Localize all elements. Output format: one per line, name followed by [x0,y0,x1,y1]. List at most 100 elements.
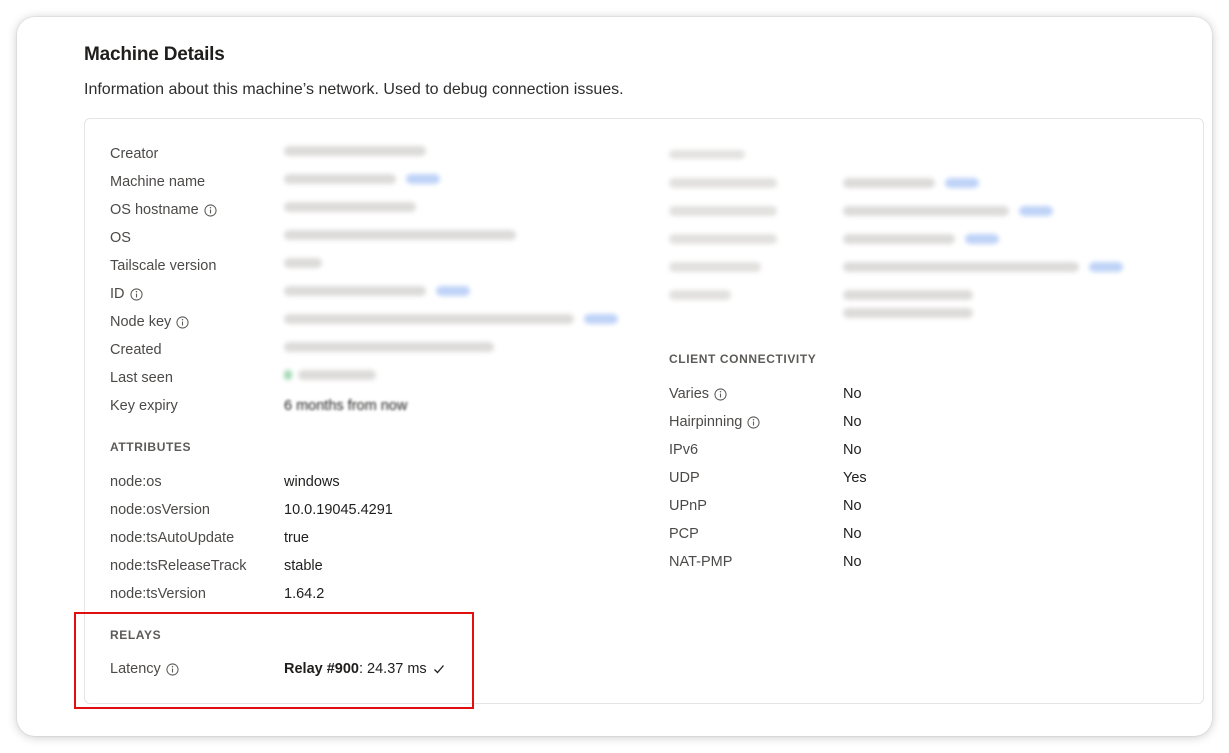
redacted-value [284,258,322,268]
attribute-label: node:os [110,474,162,490]
attribute-value: 10.0.19045.4291 [284,502,393,518]
redacted-value [284,342,494,352]
online-status-dot [284,370,292,380]
redacted-value [843,234,955,244]
redacted-value [843,206,1009,216]
client-connectivity-heading: CLIENT CONNECTIVITY [669,352,817,366]
redacted-value [843,262,1079,272]
copy-button[interactable] [945,178,979,188]
address-label [669,178,777,188]
relays-heading: RELAYS [110,628,162,642]
connectivity-value: Yes [843,470,867,486]
detail-label-wrap: ID [110,286,143,302]
redacted-value [284,174,396,184]
info-circle-icon[interactable] [176,315,189,329]
attribute-label: node:tsAutoUpdate [110,530,235,546]
id-value [284,286,470,296]
address-value [843,234,999,244]
detail-label-wrap: Node key [110,314,189,330]
connectivity-label-wrap: Varies [669,386,727,402]
info-circle-icon[interactable] [747,415,760,429]
redacted-value [284,230,516,240]
machine-details-window: Machine Details Information about this m… [17,17,1212,736]
connectivity-label: NAT-PMP [669,554,733,570]
attribute-value: windows [284,474,340,490]
detail-label: OS hostname [110,202,199,218]
os-hostname-value [284,202,416,212]
relay-latency: : 24.37 ms [358,661,427,677]
redacted-value [284,286,426,296]
relay-latency-value: Relay #900 : 24.37 ms [284,661,445,677]
address-label [669,262,761,272]
detail-label: Last seen [110,370,173,386]
connectivity-label: UDP [669,470,700,486]
connectivity-value: No [843,526,862,542]
connectivity-value: No [843,498,862,514]
copy-button[interactable] [406,174,440,184]
machine-details-card: Creator Machine name OS hostname OS Tail… [84,118,1204,704]
created-value [284,342,494,352]
address-label [669,206,777,216]
connectivity-value: No [843,386,862,402]
copy-button[interactable] [436,286,470,296]
redacted-value [843,178,935,188]
connectivity-label: Varies [669,386,710,402]
detail-label: Key expiry [110,398,178,414]
detail-label: Created [110,342,162,358]
connectivity-label: PCP [669,526,699,542]
address-value [843,290,973,318]
latency-label-wrap: Latency [110,661,179,677]
attribute-label: node:tsReleaseTrack [110,558,247,574]
page-title: Machine Details [84,44,225,65]
detail-label: Creator [110,146,159,162]
connectivity-value: No [843,414,862,430]
detail-label: OS [110,230,131,246]
latency-label: Latency [110,661,161,677]
attribute-label: node:osVersion [110,502,210,518]
connectivity-label: UPnP [669,498,707,514]
detail-label: Node key [110,314,172,330]
info-circle-icon[interactable] [166,662,179,676]
redacted-value [843,290,973,300]
connectivity-value: No [843,442,862,458]
attribute-value: stable [284,558,323,574]
address-value [843,206,1053,216]
redacted-value [284,146,426,156]
address-label [669,234,777,244]
copy-button[interactable] [1019,206,1053,216]
detail-label: Tailscale version [110,258,217,274]
node-key-value [284,314,618,324]
connectivity-label: IPv6 [669,442,699,458]
connectivity-label: Hairpinning [669,414,743,430]
copy-button[interactable] [584,314,618,324]
redacted-value [843,308,973,318]
creator-value [284,146,426,156]
copy-button[interactable] [965,234,999,244]
tailscale-version-value [284,258,322,268]
redacted-value [284,314,574,324]
info-circle-icon[interactable] [714,387,727,401]
detail-label: Machine name [110,174,206,190]
attribute-label: node:tsVersion [110,586,206,602]
key-expiry-value: 6 months from now [284,398,408,414]
attribute-value: true [284,530,309,546]
copy-button[interactable] [1089,262,1123,272]
checkmark-icon [433,665,444,674]
attribute-value: 1.64.2 [284,586,325,602]
redacted-value [284,202,416,212]
info-circle-icon[interactable] [129,287,143,301]
detail-label: ID [110,286,125,302]
address-value [843,262,1123,272]
redacted-heading [669,150,745,160]
detail-label-wrap: OS hostname [110,202,217,218]
connectivity-value: No [843,554,862,570]
redacted-value [298,370,376,380]
info-circle-icon[interactable] [204,203,217,217]
page-subtitle: Information about this machine’s network… [84,81,624,98]
os-value [284,230,516,240]
attributes-heading: ATTRIBUTES [110,440,192,454]
last-seen-value [284,370,376,380]
address-label [669,290,731,300]
connectivity-label-wrap: Hairpinning [669,414,760,430]
address-value [843,178,979,188]
